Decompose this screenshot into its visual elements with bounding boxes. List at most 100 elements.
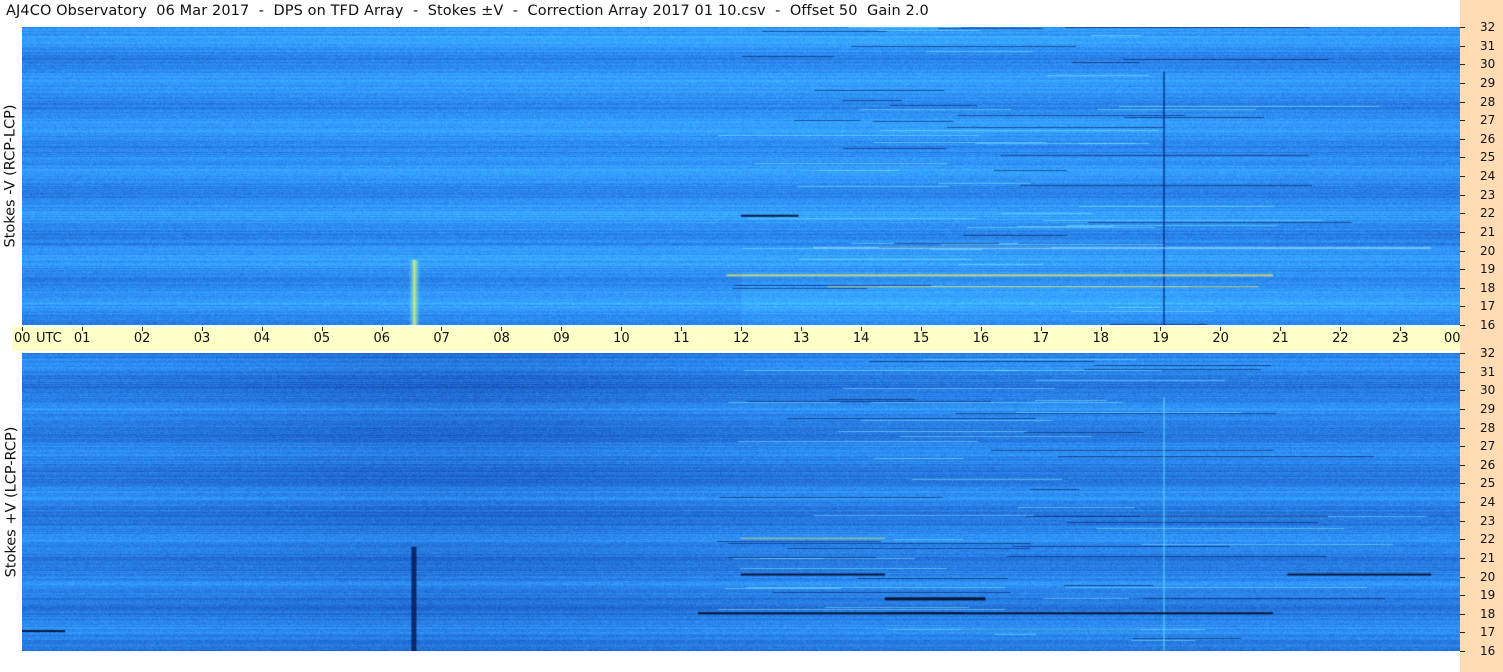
time-tick-label: 14 bbox=[852, 331, 870, 346]
frequency-tick-label: 22 bbox=[1480, 532, 1496, 546]
frequency-tick-mark bbox=[1460, 577, 1465, 578]
time-tick-label: 15 bbox=[912, 331, 930, 346]
frequency-tick-label: 32 bbox=[1480, 20, 1496, 34]
frequency-tick-mark bbox=[1460, 306, 1465, 307]
frequency-tick-label: 29 bbox=[1480, 402, 1496, 416]
time-tick-mark bbox=[741, 327, 742, 331]
frequency-tick-label: 24 bbox=[1480, 495, 1496, 509]
time-tick-label: 09 bbox=[553, 331, 570, 346]
frequency-tick-mark bbox=[1460, 632, 1465, 633]
frequency-tick-label: 30 bbox=[1480, 383, 1496, 397]
frequency-tick-mark bbox=[1460, 139, 1465, 140]
frequency-tick-label: 32 bbox=[1480, 346, 1496, 360]
time-tick-mark bbox=[1400, 327, 1401, 331]
time-tick-mark bbox=[262, 327, 263, 331]
frequency-tick-label: 28 bbox=[1480, 95, 1496, 109]
frequency-tick-label: 23 bbox=[1480, 188, 1496, 202]
time-tick-label: 19 bbox=[1152, 331, 1169, 346]
frequency-tick-mark bbox=[1460, 64, 1465, 65]
time-tick-label: 07 bbox=[433, 331, 450, 346]
frequency-tick-mark bbox=[1460, 502, 1465, 503]
frequency-tick-label: 21 bbox=[1480, 551, 1496, 565]
time-tick-label: 10 bbox=[613, 331, 630, 346]
time-tick-label: 03 bbox=[193, 331, 211, 346]
frequency-tick-mark bbox=[1460, 558, 1465, 559]
frequency-tick-mark bbox=[1460, 213, 1465, 214]
time-tick-mark bbox=[981, 327, 982, 331]
frequency-tick-label: 23 bbox=[1480, 514, 1496, 528]
time-axis: 00 01 02 03 04 05 06 07 08 09 10 11 12 13 14 15 16 17 18 19… bbox=[12, 327, 1488, 351]
time-tick-label: 01 bbox=[73, 331, 91, 346]
frequency-tick-label: 25 bbox=[1480, 476, 1496, 490]
time-tick-label: 11 bbox=[673, 331, 690, 346]
time-tick-mark bbox=[801, 327, 802, 331]
time-tick-mark bbox=[142, 327, 143, 331]
frequency-tick-mark bbox=[1460, 651, 1465, 652]
frequency-tick-label: 20 bbox=[1480, 570, 1496, 584]
frequency-tick-label: 19 bbox=[1480, 262, 1496, 276]
frequency-tick-label: 16 bbox=[1480, 318, 1496, 332]
time-tick-mark bbox=[561, 327, 562, 331]
frequency-tick-label: 27 bbox=[1480, 439, 1496, 453]
time-tick-mark bbox=[1280, 327, 1281, 331]
time-tick-label: 12 bbox=[733, 331, 750, 346]
frequency-tick-mark bbox=[1460, 120, 1465, 121]
frequency-tick-label: 20 bbox=[1480, 244, 1496, 258]
time-tick-mark bbox=[382, 327, 383, 331]
spectrogram-figure: AJ4CO Observatory 06 Mar 2017 - DPS on T… bbox=[0, 0, 1503, 672]
time-tick-label: 13 bbox=[792, 331, 810, 346]
time-tick-mark bbox=[322, 327, 323, 331]
frequency-tick-mark bbox=[1460, 428, 1465, 429]
frequency-tick-label: 30 bbox=[1480, 57, 1496, 71]
time-tick-mark bbox=[861, 327, 862, 331]
time-tick-mark bbox=[621, 327, 622, 331]
time-tick-label: 18 bbox=[1092, 331, 1110, 346]
time-tick-mark bbox=[22, 327, 23, 331]
frequency-tick-mark bbox=[1460, 353, 1465, 354]
frequency-tick-mark bbox=[1460, 446, 1465, 447]
frequency-tick-label: 24 bbox=[1480, 169, 1496, 183]
frequency-tick-label: 28 bbox=[1480, 421, 1496, 435]
frequency-tick-label: 26 bbox=[1480, 132, 1496, 146]
top-panel-ylabel-text: Stokes -V (RCP-LCP) bbox=[3, 104, 20, 248]
frequency-tick-mark bbox=[1460, 251, 1465, 252]
time-tick-mark bbox=[921, 327, 922, 331]
frequency-tick-mark bbox=[1460, 157, 1465, 158]
time-tick-label: 04 bbox=[253, 331, 271, 346]
frequency-tick-mark bbox=[1460, 102, 1465, 103]
frequency-tick-label: 29 bbox=[1480, 76, 1496, 90]
frequency-tick-mark bbox=[1460, 232, 1465, 233]
time-tick-label: 17 bbox=[1032, 331, 1050, 346]
time-tick-mark bbox=[202, 327, 203, 331]
frequency-tick-label: 18 bbox=[1480, 281, 1496, 295]
time-tick-label: 23 bbox=[1392, 331, 1409, 346]
time-tick-mark bbox=[501, 327, 502, 331]
figure-title: AJ4CO Observatory 06 Mar 2017 - DPS on T… bbox=[6, 3, 929, 19]
frequency-tick-mark bbox=[1460, 372, 1465, 373]
frequency-tick-label: 31 bbox=[1480, 365, 1496, 379]
bottom-panel-ylabel: Stokes +V (LCP-RCP) bbox=[0, 353, 22, 651]
frequency-tick-mark bbox=[1460, 409, 1465, 410]
frequency-tick-mark bbox=[1460, 483, 1465, 484]
time-tick-label: 00 bbox=[14, 331, 31, 346]
time-tick-mark bbox=[1160, 327, 1161, 331]
frequency-tick-label: 18 bbox=[1480, 607, 1496, 621]
frequency-tick-mark bbox=[1460, 521, 1465, 522]
time-tick-mark bbox=[441, 327, 442, 331]
time-tick-mark bbox=[1101, 327, 1102, 331]
time-tick-label: 00 bbox=[1444, 331, 1461, 346]
frequency-tick-mark bbox=[1460, 46, 1465, 47]
frequency-tick-mark bbox=[1460, 195, 1465, 196]
frequency-tick-mark bbox=[1460, 325, 1465, 326]
time-tick-label: 05 bbox=[313, 331, 331, 346]
stokes-plus-v-spectrogram bbox=[22, 353, 1460, 651]
time-tick-label: 20 bbox=[1212, 331, 1229, 346]
frequency-tick-mark bbox=[1460, 390, 1465, 391]
frequency-tick-label: 19 bbox=[1480, 588, 1496, 602]
time-tick-mark bbox=[82, 327, 83, 331]
stokes-minus-v-spectrogram bbox=[22, 27, 1460, 325]
time-unit-label: UTC bbox=[36, 331, 62, 346]
frequency-tick-label: 25 bbox=[1480, 150, 1496, 164]
bottom-panel-ylabel-text: Stokes +V (LCP-RCP) bbox=[3, 426, 19, 578]
frequency-tick-mark bbox=[1460, 27, 1465, 28]
